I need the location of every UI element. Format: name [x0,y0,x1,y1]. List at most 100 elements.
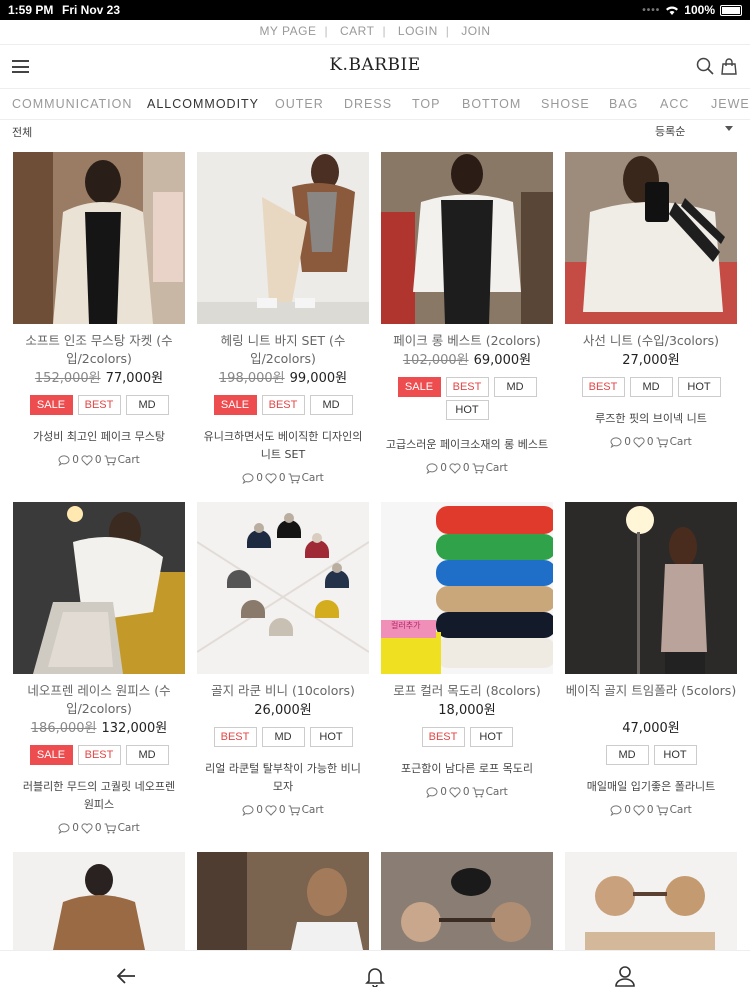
user-icon[interactable] [614,965,636,987]
category-bag[interactable]: BAG [609,97,638,111]
cart-icon[interactable] [104,823,116,834]
heart-icon[interactable] [265,472,277,484]
filter-label[interactable]: 전체 [12,124,32,140]
cart-icon[interactable] [656,437,668,448]
product-image[interactable]: 컬러추가 [381,502,553,674]
cart-label[interactable]: Cart [118,454,140,466]
sale-price: 47,000원 [622,721,680,736]
back-arrow-icon[interactable] [115,965,137,987]
category-jewelry[interactable]: JEWELRY [711,97,750,111]
category-shose[interactable]: SHOSE [541,97,590,111]
product-description: 가성비 최고인 페이크 무스탕 [33,430,165,443]
heart-icon[interactable] [81,822,93,834]
login-link[interactable]: LOGIN [398,24,438,38]
join-link[interactable]: JOIN [461,24,490,38]
product-card[interactable]: 컬러추가 로프 컬러 목도리 (8colors) 18,000원 BEST HO… [381,502,553,832]
product-card[interactable]: 골지 라쿤 비니 (10colors) 26,000원 BEST MD HOT … [197,502,369,832]
category-allcommodity[interactable]: ALLCOMMODITY [147,97,259,111]
category-communication[interactable]: COMMUNICATION [12,97,132,111]
product-image[interactable] [13,152,185,324]
chevron-down-icon[interactable] [725,126,733,131]
product-name[interactable]: 네오프렌 레이스 원피스 (수입/2colors) [13,682,185,718]
best-badge: BEST [421,727,465,747]
comment-icon[interactable] [242,804,254,816]
sort-select[interactable]: 등록순 [655,123,685,139]
product-image[interactable] [565,852,737,950]
product-stats: 0 0 Cart [197,472,369,484]
product-image[interactable] [381,152,553,324]
product-card[interactable]: 사선 니트 (수입/3colors) 27,000원 BEST MD HOT 루… [565,152,737,482]
product-image[interactable] [13,502,185,674]
product-image[interactable] [197,152,369,324]
cart-icon[interactable] [656,805,668,816]
product-name[interactable]: 베이직 골지 트임폴라 (5colors) [565,682,737,700]
category-top[interactable]: TOP [412,97,440,111]
like-count: 0 [646,436,654,448]
product-card[interactable]: 베이직 골지 트임폴라 (5colors) 47,000원 MD HOT 매일매… [565,502,737,832]
cart-icon[interactable] [288,473,300,484]
badge-group: SALE BEST MD [197,395,369,415]
battery-icon [720,4,742,16]
product-image[interactable] [565,152,737,324]
product-image[interactable] [13,852,185,950]
comment-icon[interactable] [426,786,438,798]
my-page-link[interactable]: MY PAGE [259,24,316,38]
product-name[interactable]: 페이크 롱 베스트 (2colors) [381,332,553,350]
cart-label[interactable]: Cart [302,472,324,484]
product-card[interactable]: 페이크 롱 베스트 (2colors) 102,000원 69,000원 SALE… [381,152,553,482]
status-bar: 1:59 PM Fri Nov 23 •••• 100% [0,0,750,20]
best-badge: BEST [445,377,489,397]
cart-label[interactable]: Cart [118,822,140,834]
product-name[interactable]: 헤링 니트 바지 SET (수입/2colors) [197,332,369,368]
heart-icon[interactable] [633,804,645,816]
product-image[interactable] [197,502,369,674]
product-card[interactable]: 헤링 니트 바지 SET (수입/2colors) 198,000원 99,000… [197,152,369,484]
heart-icon[interactable] [449,786,461,798]
cart-label[interactable]: Cart [302,804,324,816]
comment-icon[interactable] [242,472,254,484]
sale-price: 132,000원 [101,721,168,736]
product-name[interactable]: 소프트 인조 무스탕 자켓 (수입/2colors) [13,332,185,368]
badge-group: SALE BEST MD [13,745,185,765]
product-card[interactable]: 네오프렌 레이스 원피스 (수입/2colors) 186,000원 132,00… [13,502,185,834]
category-acc[interactable]: ACC [660,97,689,111]
like-count: 0 [462,462,470,474]
category-bottom[interactable]: BOTTOM [462,97,521,111]
heart-icon[interactable] [633,436,645,448]
cart-label[interactable]: Cart [486,786,508,798]
product-card[interactable]: 소프트 인조 무스탕 자켓 (수입/2colors) 152,000원 77,00… [13,152,185,482]
cart-icon[interactable] [472,787,484,798]
heart-icon[interactable] [449,462,461,474]
product-name[interactable]: 사선 니트 (수입/3colors) [565,332,737,350]
category-dress[interactable]: DRESS [344,97,392,111]
cart-label[interactable]: Cart [486,462,508,474]
comment-icon[interactable] [58,822,70,834]
heart-icon[interactable] [81,454,93,466]
cart-icon[interactable] [288,805,300,816]
comment-icon[interactable] [610,804,622,816]
comment-icon[interactable] [610,436,622,448]
cart-icon[interactable] [104,455,116,466]
product-image[interactable] [197,852,369,950]
heart-icon[interactable] [265,804,277,816]
cart-label[interactable]: Cart [670,436,692,448]
shopping-bag-icon[interactable] [720,57,738,75]
product-price: 18,000원 [381,702,553,720]
product-stats: 0 0 Cart [381,462,553,474]
like-count: 0 [94,454,102,466]
sale-price: 77,000원 [105,371,164,386]
product-name[interactable]: 로프 컬러 목도리 (8colors) [381,682,553,700]
cart-link[interactable]: CART [340,24,374,38]
cart-icon[interactable] [472,463,484,474]
site-logo[interactable]: K.BARBIE [0,55,750,75]
comment-icon[interactable] [58,454,70,466]
category-outer[interactable]: OUTER [275,97,324,111]
search-icon[interactable] [696,57,714,75]
product-image[interactable] [381,852,553,950]
product-image[interactable] [565,502,737,674]
product-name[interactable]: 골지 라쿤 비니 (10colors) [197,682,369,700]
bell-icon[interactable] [364,965,386,987]
cart-label[interactable]: Cart [670,804,692,816]
sale-price: 69,000원 [473,353,532,368]
comment-icon[interactable] [426,462,438,474]
